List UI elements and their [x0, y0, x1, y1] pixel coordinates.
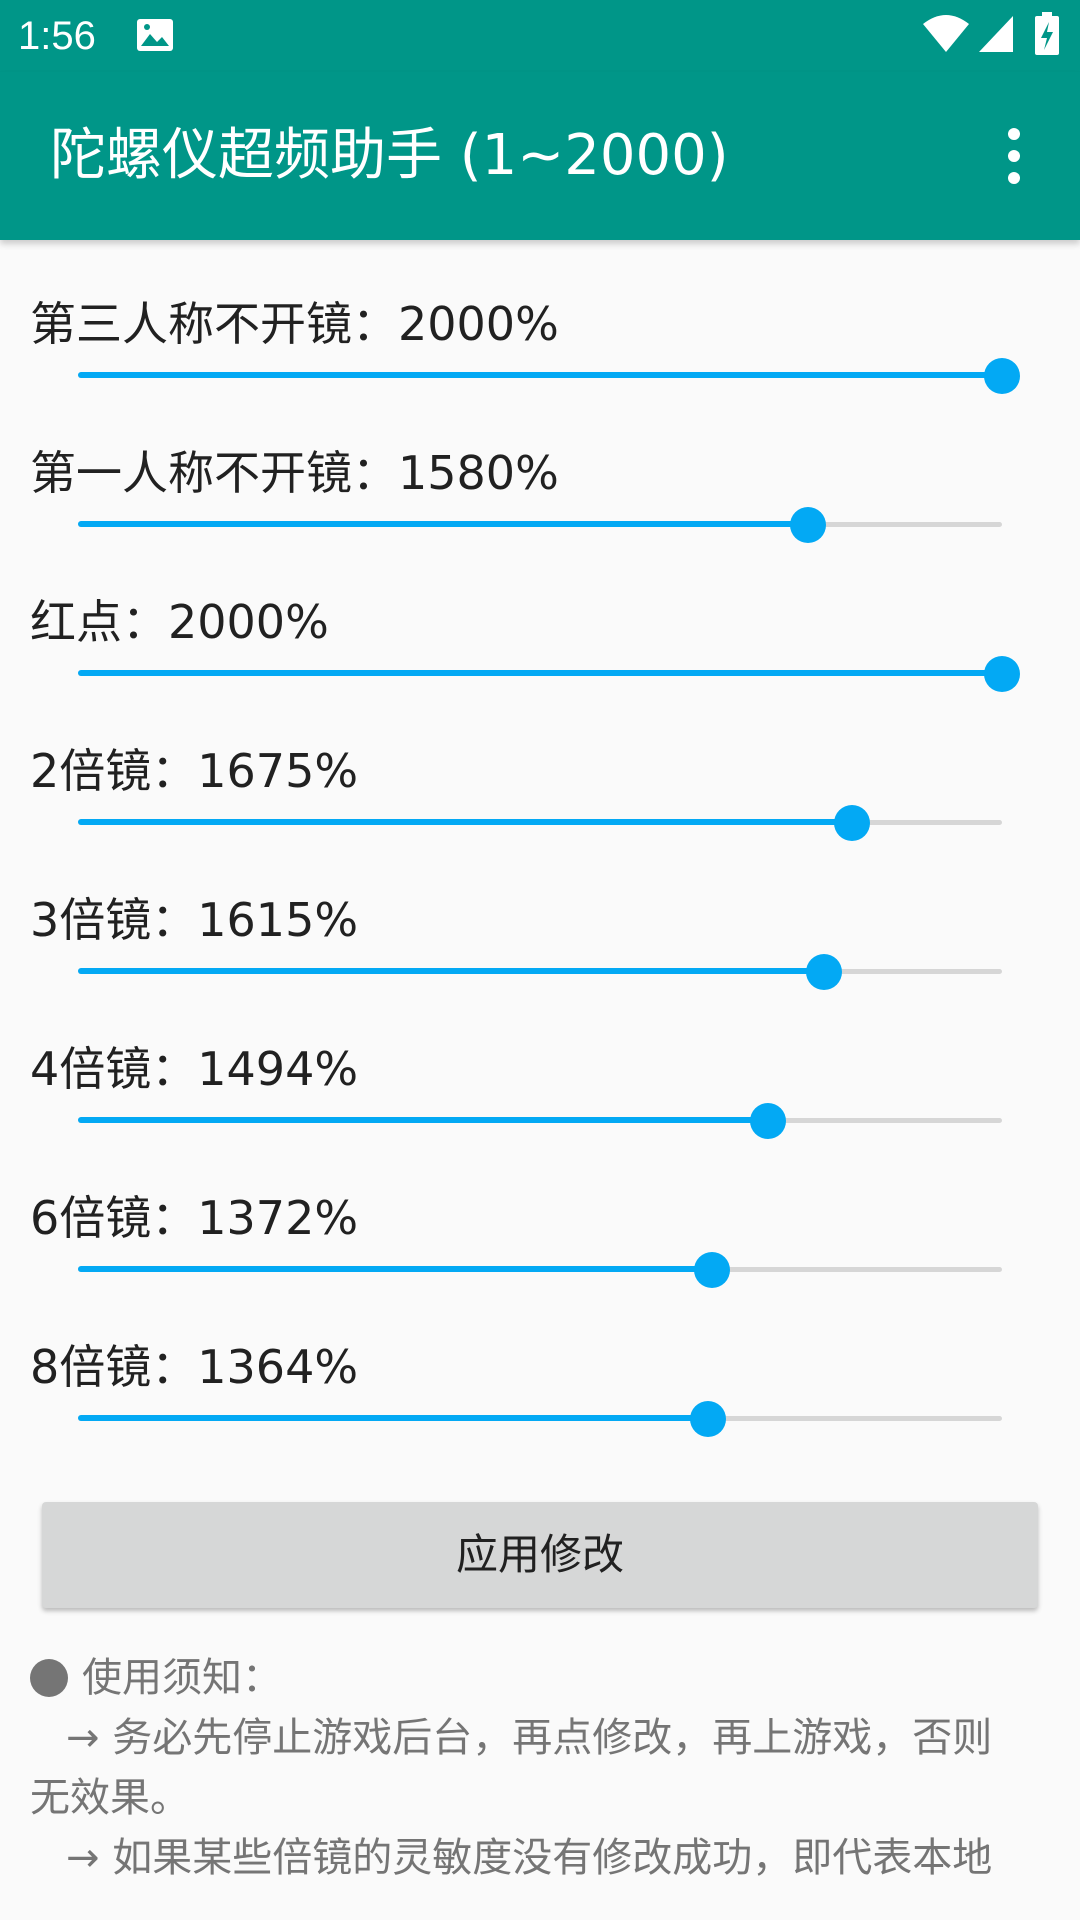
photo-icon	[137, 19, 173, 51]
wifi-icon	[923, 15, 969, 52]
setting-3x-scope: 3倍镜：1615%	[0, 836, 1080, 990]
notes-heading-line: 使用须知：	[30, 1648, 1060, 1708]
setting-label: 4倍镜：1494%	[30, 1042, 359, 1096]
setting-label: 2倍镜：1675%	[30, 744, 359, 798]
setting-6x-scope: 6倍镜：1372%	[0, 1134, 1080, 1288]
setting-first-person: 第一人称不开镜：1580%	[0, 389, 1080, 543]
setting-label: 第一人称不开镜：1580%	[30, 446, 559, 500]
slider-fill	[78, 968, 825, 974]
slider-fill	[78, 819, 852, 825]
setting-label: 第三人称不开镜：2000%	[30, 297, 559, 351]
status-time: 1:56	[18, 14, 96, 58]
usage-notes: 使用须知： → 务必先停止游戏后台，再点修改，再上游戏，否则 无效果。 → 如果…	[30, 1648, 1060, 1888]
sensitivity-slider[interactable]	[60, 1399, 1022, 1439]
setting-label: 3倍镜：1615%	[30, 893, 359, 947]
slider-fill	[78, 372, 1002, 378]
status-bar: 1:56	[0, 0, 1080, 72]
setting-4x-scope: 4倍镜：1494%	[0, 985, 1080, 1139]
slider-fill	[78, 1266, 712, 1272]
setting-2x-scope: 2倍镜：1675%	[0, 687, 1080, 841]
notes-heading: 使用须知：	[82, 1655, 282, 1701]
battery-charging-icon	[1035, 12, 1059, 55]
setting-red-dot: 红点：2000%	[0, 538, 1080, 692]
apply-changes-button[interactable]: 应用修改	[42, 1502, 1038, 1608]
notes-item: → 务必先停止游戏后台，再点修改，再上游戏，否则	[66, 1715, 993, 1761]
notes-item-continued: 无效果。	[30, 1775, 190, 1821]
more-vert-icon[interactable]	[996, 124, 1032, 188]
slider-fill	[78, 521, 808, 527]
slider-thumb[interactable]	[690, 1401, 727, 1437]
slider-fill	[78, 1415, 709, 1421]
setting-8x-scope: 8倍镜：1364%	[0, 1283, 1080, 1437]
app-bar: 陀螺仪超频助手 (1~2000)	[0, 72, 1080, 240]
slider-fill	[78, 1117, 769, 1123]
setting-label: 6倍镜：1372%	[30, 1191, 359, 1245]
app-title: 陀螺仪超频助手 (1~2000)	[50, 123, 729, 188]
signal-icon	[979, 16, 1013, 52]
notes-item: → 如果某些倍镜的灵敏度没有修改成功，即代表本地	[66, 1835, 993, 1881]
slider-fill	[78, 670, 1002, 676]
setting-label: 8倍镜：1364%	[30, 1340, 359, 1394]
setting-label: 红点：2000%	[30, 595, 329, 649]
bullet-icon	[30, 1659, 68, 1697]
setting-third-person: 第三人称不开镜：2000%	[0, 240, 1080, 394]
